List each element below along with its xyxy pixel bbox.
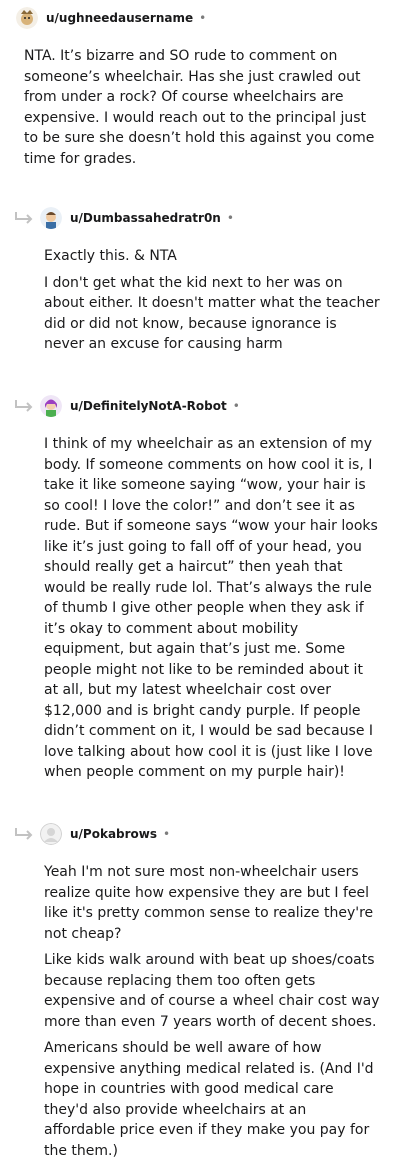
avatar-icon[interactable] bbox=[40, 207, 62, 229]
separator-dot: • bbox=[199, 11, 207, 25]
username-link[interactable]: u/ughneedausername bbox=[46, 11, 193, 25]
comment-header: u/DefinitelyNotA-Robot • bbox=[14, 394, 400, 418]
username-link[interactable]: u/Pokabrows bbox=[70, 827, 157, 841]
separator-dot: • bbox=[163, 827, 171, 841]
comment-body: NTA. It’s bizarre and SO rude to comment… bbox=[24, 46, 380, 169]
comment-header: u/Pokabrows • bbox=[14, 822, 400, 846]
avatar-icon[interactable] bbox=[40, 823, 62, 845]
reply-comment: u/DefinitelyNotA-Robot • I think of my w… bbox=[0, 394, 400, 789]
comment: u/ughneedausername • NTA. It’s bizarre a… bbox=[0, 6, 400, 175]
comment-text: Yeah I'm not sure most non-wheelchair us… bbox=[44, 864, 374, 942]
reply-comment: u/Dumbassahedratr0n • Exactly this. & NT… bbox=[0, 206, 400, 361]
avatar-icon[interactable] bbox=[40, 395, 62, 417]
reply-arrow-icon bbox=[15, 212, 33, 224]
comment-header: u/ughneedausername • bbox=[16, 6, 400, 30]
comment-text: NTA. It’s bizarre and SO rude to comment… bbox=[24, 48, 375, 167]
comment-text: Like kids walk around with beat up shoes… bbox=[44, 952, 380, 1030]
comment-header: u/Dumbassahedratr0n • bbox=[14, 206, 400, 230]
comment-text: I don't get what the kid next to her was… bbox=[44, 274, 380, 353]
username-link[interactable]: u/Dumbassahedratr0n bbox=[70, 211, 221, 225]
comment-text: Exactly this. & NTA bbox=[44, 248, 177, 264]
separator-dot: • bbox=[232, 399, 240, 413]
comment-body: I think of my wheelchair as an extension… bbox=[44, 434, 380, 783]
comment-text: I think of my wheelchair as an extension… bbox=[44, 436, 378, 780]
reply-comment: u/Pokabrows • Yeah I'm not sure most non… bbox=[0, 822, 400, 1167]
reply-arrow-icon bbox=[15, 828, 33, 840]
comment-text: Americans should be well aware of how ex… bbox=[44, 1040, 374, 1159]
avatar-icon[interactable] bbox=[16, 7, 38, 29]
comment-body: Exactly this. & NTA I don't get what the… bbox=[44, 246, 380, 355]
reply-arrow-icon bbox=[15, 400, 33, 412]
username-link[interactable]: u/DefinitelyNotA-Robot bbox=[70, 399, 227, 413]
separator-dot: • bbox=[226, 211, 234, 225]
comment-body: Yeah I'm not sure most non-wheelchair us… bbox=[44, 862, 380, 1161]
